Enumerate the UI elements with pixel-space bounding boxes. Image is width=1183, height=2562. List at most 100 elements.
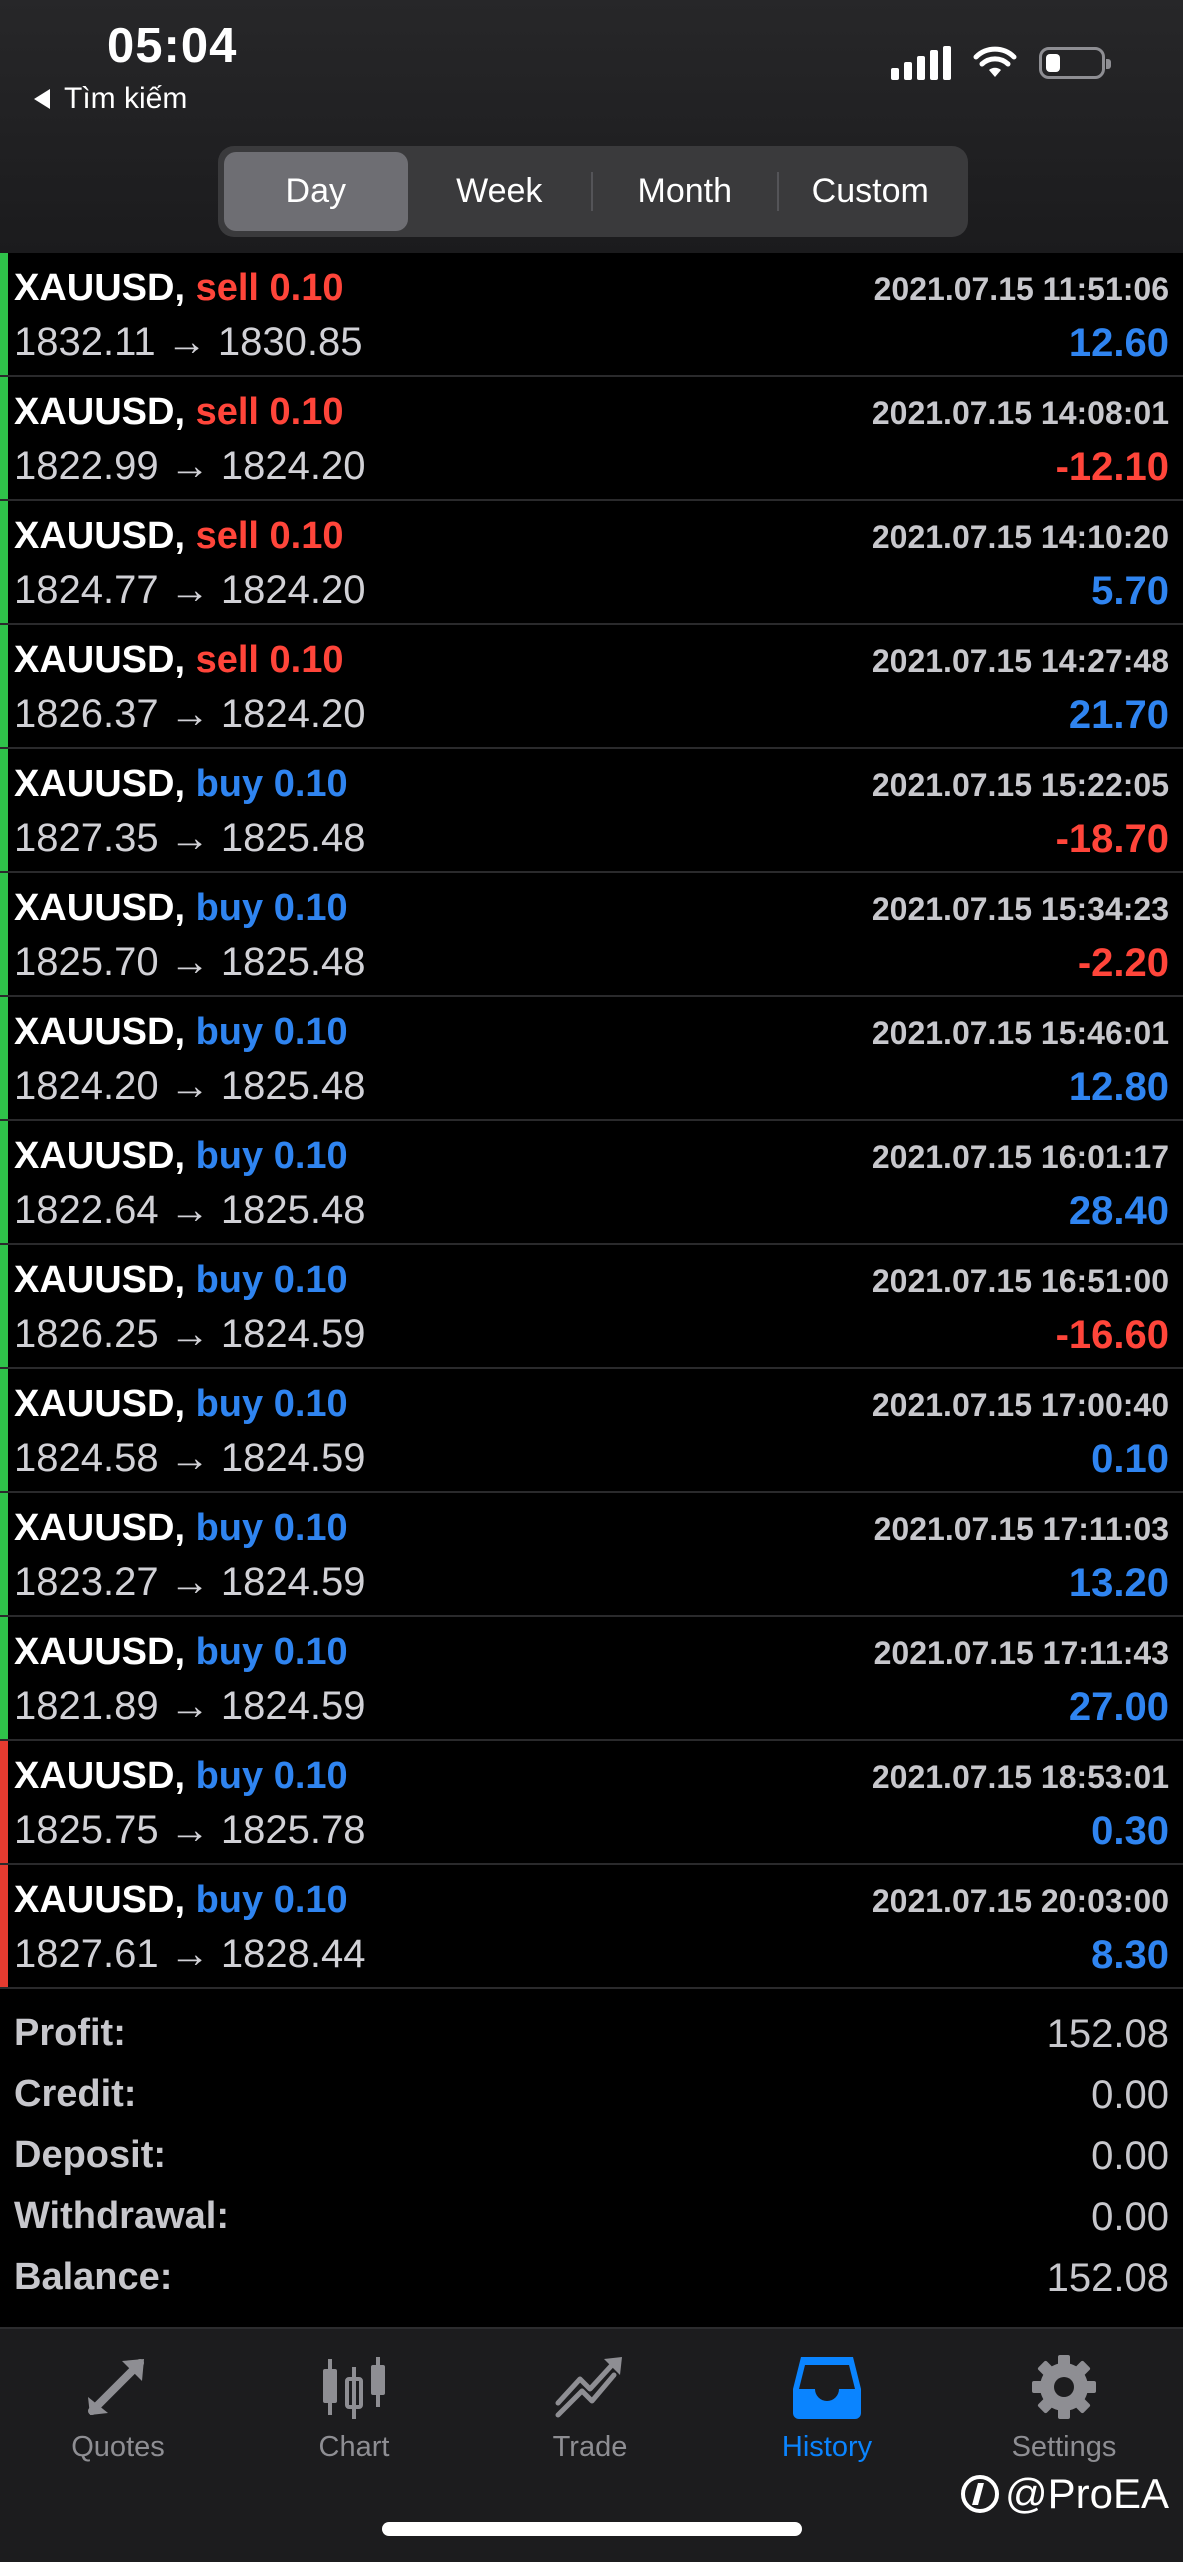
open-price: 1825.75 (14, 1808, 159, 1852)
deal-title: XAUUSD, buy 0.10 (14, 1011, 348, 1054)
deal-volume: 0.10 (269, 267, 344, 309)
close-price: 1824.20 (220, 692, 366, 736)
deal-volume: 0.10 (269, 515, 344, 557)
deal-time: 2021.07.15 17:11:03 (873, 1511, 1169, 1547)
history-icon (793, 2357, 861, 2419)
summary-label: Credit: (14, 2073, 137, 2115)
deal-side: sell (195, 391, 259, 433)
deal-title: XAUUSD, buy 0.10 (14, 1879, 348, 1922)
deal-title: XAUUSD, sell 0.10 (14, 515, 344, 558)
deal-symbol: XAUUSD, (14, 1383, 186, 1425)
deal-title: XAUUSD, sell 0.10 (14, 267, 344, 310)
summary-balance-row: Balance: 152.08 (0, 2244, 1183, 2305)
deal-time: 2021.07.15 17:00:40 (871, 1387, 1169, 1423)
deal-title: XAUUSD, buy 0.10 (14, 887, 348, 930)
open-price: 1821.89 (14, 1684, 159, 1728)
close-price: 1825.48 (220, 1064, 366, 1108)
back-label: Tìm kiếm (64, 82, 188, 115)
deal-status-bar (0, 253, 8, 375)
open-price: 1826.25 (14, 1312, 159, 1356)
period-selector: Day Week Month Custom (218, 146, 968, 237)
deal-symbol: XAUUSD, (14, 639, 186, 681)
summary-value: 0.00 (1091, 2195, 1169, 2239)
summary-credit-row: Credit: 0.00 (0, 2061, 1183, 2122)
deal-time: 2021.07.15 16:51:00 (871, 1263, 1169, 1299)
deal-row[interactable]: XAUUSD, sell 0.10 1826.37 → 1824.20 2021.0… (0, 625, 1183, 749)
deal-row[interactable]: XAUUSD, buy 0.10 1824.58 → 1824.59 2021.07… (0, 1369, 1183, 1493)
deal-symbol: XAUUSD, (14, 1507, 186, 1549)
deal-time: 2021.07.15 14:10:20 (871, 519, 1169, 555)
tab-label: Chart (318, 2431, 390, 2463)
tab-label: History (781, 2431, 873, 2463)
deal-time: 2021.07.15 20:03:00 (871, 1883, 1169, 1919)
deal-status-bar (0, 625, 8, 747)
deal-row[interactable]: XAUUSD, sell 0.10 1824.77 → 1824.20 2021.0… (0, 501, 1183, 625)
deal-symbol: XAUUSD, (14, 763, 186, 805)
home-indicator[interactable] (382, 2522, 802, 2536)
deal-row[interactable]: XAUUSD, buy 0.10 1827.35 → 1825.48 2021.07… (0, 749, 1183, 873)
open-price: 1832.11 (14, 320, 156, 364)
deal-row[interactable]: XAUUSD, buy 0.10 1823.27 → 1824.59 2021.07… (0, 1493, 1183, 1617)
deal-profit: -12.10 (1055, 445, 1169, 489)
close-price: 1825.78 (220, 1808, 366, 1852)
period-tab-month[interactable]: Month (593, 152, 777, 231)
settings-icon (1032, 2355, 1096, 2419)
deal-profit: 27.00 (1068, 1685, 1169, 1729)
deal-time: 2021.07.15 18:53:01 (871, 1759, 1169, 1795)
deal-side: sell (195, 515, 259, 557)
summary-value: 152.08 (1046, 2012, 1169, 2056)
deal-side: buy (195, 763, 264, 805)
deal-row[interactable]: XAUUSD, buy 0.10 1824.20 → 1825.48 2021.07… (0, 997, 1183, 1121)
tab-label: Settings (1011, 2431, 1117, 2463)
tab-chart[interactable]: Chart (254, 2353, 454, 2493)
period-tab-day[interactable]: Day (224, 152, 408, 231)
deal-profit: 8.30 (1091, 1933, 1169, 1977)
deal-row[interactable]: XAUUSD, buy 0.10 1826.25 → 1824.59 2021.07… (0, 1245, 1183, 1369)
arrow-right-icon: → (166, 320, 207, 364)
deal-symbol: XAUUSD, (14, 1011, 186, 1053)
back-button[interactable]: Tìm kiếm (34, 82, 187, 116)
tab-history[interactable]: History (727, 2353, 927, 2493)
arrow-right-icon: → (169, 444, 210, 488)
deal-row[interactable]: XAUUSD, buy 0.10 1822.64 → 1825.48 2021.07… (0, 1121, 1183, 1245)
open-price: 1825.70 (14, 940, 159, 984)
deal-row[interactable]: XAUUSD, sell 0.10 1822.99 → 1824.20 2021.0… (0, 377, 1183, 501)
tab-quotes[interactable]: Quotes (18, 2353, 218, 2493)
close-price: 1824.59 (220, 1312, 366, 1356)
arrow-right-icon: → (169, 1312, 210, 1356)
deal-symbol: XAUUSD, (14, 887, 186, 929)
open-price: 1822.64 (14, 1188, 159, 1232)
period-tab-custom[interactable]: Custom (779, 152, 963, 231)
deal-volume: 0.10 (269, 639, 344, 681)
deal-profit: -16.60 (1055, 1313, 1169, 1357)
deal-row[interactable]: XAUUSD, buy 0.10 1821.89 → 1824.59 2021.07… (0, 1617, 1183, 1741)
close-price: 1828.44 (220, 1932, 366, 1976)
deal-prices: 1826.25 → 1824.59 (14, 1312, 365, 1357)
deal-title: XAUUSD, buy 0.10 (14, 1631, 348, 1674)
arrow-right-icon: → (169, 1808, 210, 1852)
deal-prices: 1825.70 → 1825.48 (14, 940, 365, 985)
deal-time: 2021.07.15 16:01:17 (871, 1139, 1169, 1175)
deal-title: XAUUSD, buy 0.10 (14, 1507, 348, 1550)
deal-row[interactable]: XAUUSD, buy 0.10 1825.70 → 1825.48 2021.07… (0, 873, 1183, 997)
deal-row[interactable]: XAUUSD, buy 0.10 1827.61 → 1828.44 2021.07… (0, 1865, 1183, 1989)
summary-label: Withdrawal: (14, 2195, 229, 2237)
deal-time: 2021.07.15 14:08:01 (871, 395, 1169, 431)
wifi-icon (973, 46, 1017, 77)
deal-status-bar (0, 873, 8, 995)
open-price: 1826.37 (14, 692, 159, 736)
deal-prices: 1824.20 → 1825.48 (14, 1064, 365, 1109)
summary-label: Balance: (14, 2256, 173, 2298)
deal-row[interactable]: XAUUSD, sell 0.10 1832.11 → 1830.85 2021.0… (0, 253, 1183, 377)
deal-status-bar (0, 1493, 8, 1615)
deal-side: buy (195, 1135, 264, 1177)
period-tab-week[interactable]: Week (408, 152, 592, 231)
deal-list: XAUUSD, sell 0.10 1832.11 → 1830.85 2021.0… (0, 253, 1183, 1989)
close-price: 1825.48 (220, 940, 366, 984)
arrow-right-icon: → (169, 816, 210, 860)
deal-row[interactable]: XAUUSD, buy 0.10 1825.75 → 1825.78 2021.07… (0, 1741, 1183, 1865)
tab-trade[interactable]: Trade (490, 2353, 690, 2493)
arrow-right-icon: → (169, 1436, 210, 1480)
deal-prices: 1824.58 → 1824.59 (14, 1436, 365, 1481)
deal-side: buy (195, 1011, 264, 1053)
